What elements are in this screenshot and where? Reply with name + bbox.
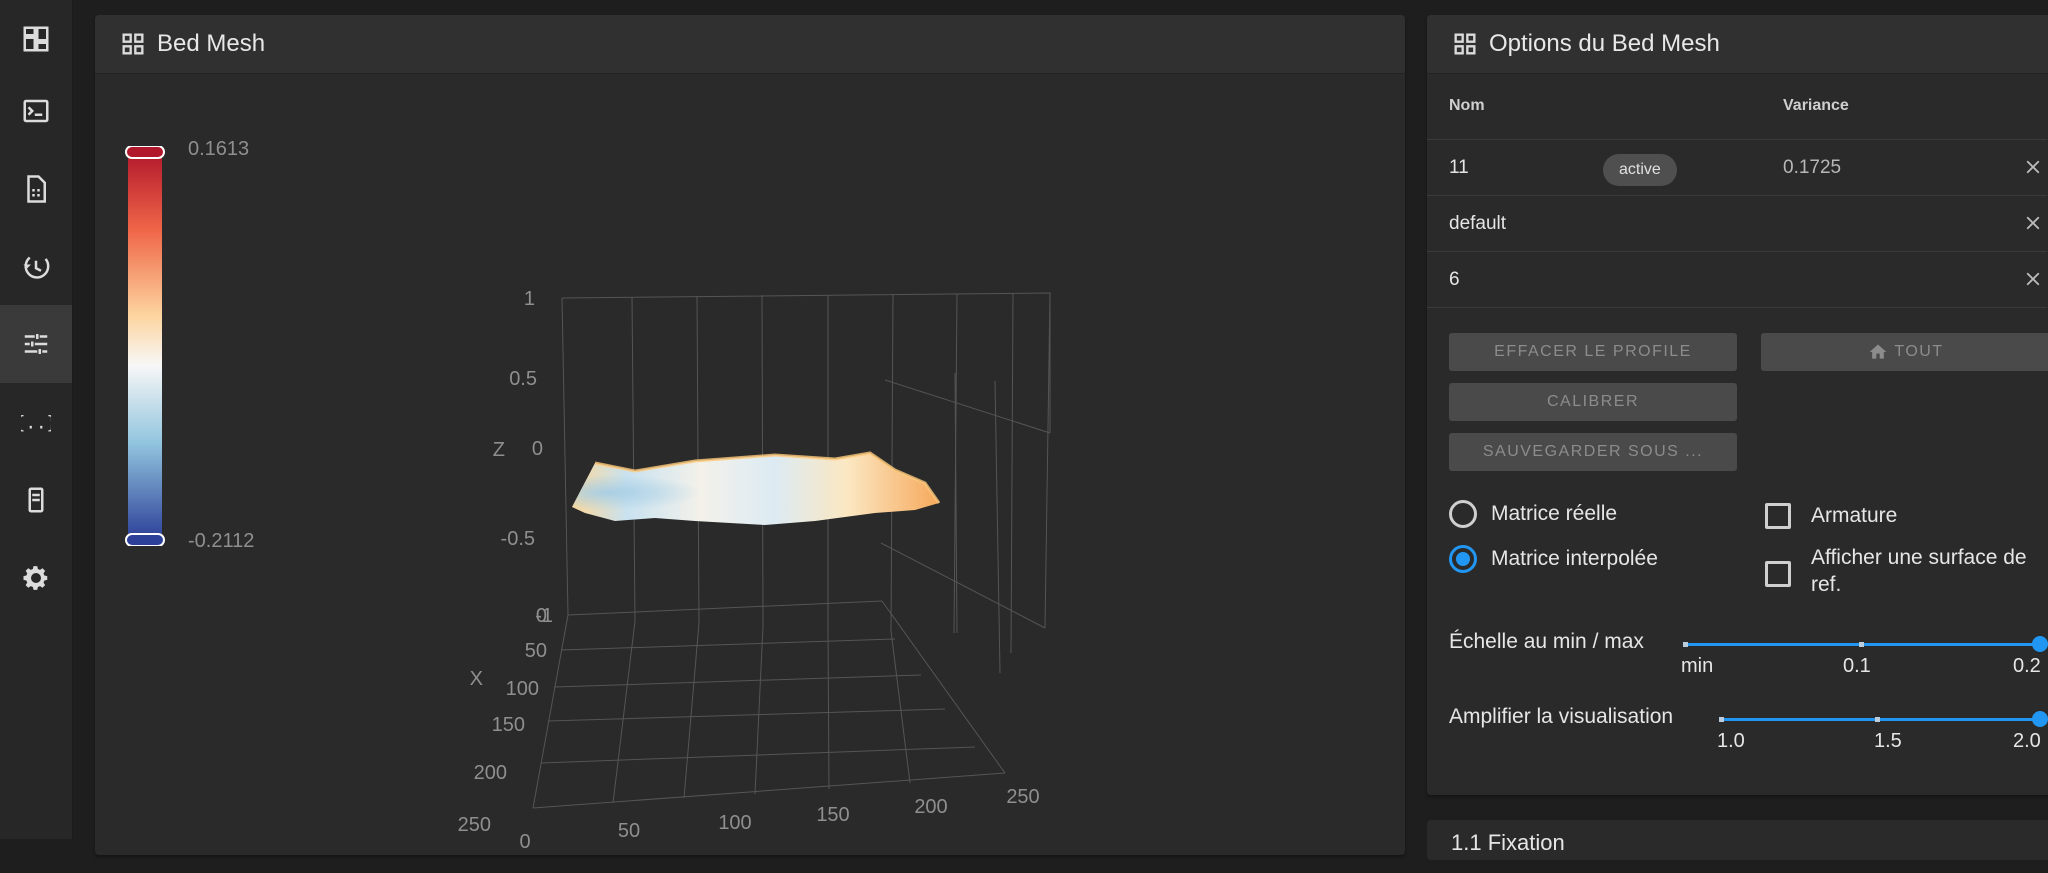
radio-circle[interactable] [1449, 545, 1477, 573]
home-icon [1870, 344, 1887, 359]
delete-profile-button[interactable] [2022, 156, 2044, 178]
nav-macros[interactable]: {..} [0, 383, 72, 461]
nav-dashboard[interactable] [0, 0, 72, 78]
file-document-icon [27, 175, 46, 203]
nav-drawer: {..} [0, 0, 73, 839]
z-tick-label: 1 [524, 288, 535, 310]
gear-icon [23, 566, 48, 590]
profile-variance: 0.1725 [1783, 156, 1842, 178]
x-tick-label: 50 [525, 640, 547, 662]
nav-console[interactable] [0, 72, 72, 150]
profile-name: 11 [1449, 156, 1469, 178]
view-grid-icon [1451, 30, 1479, 58]
slider-tick [1683, 642, 1688, 647]
code-braces-icon: {..} [21, 413, 51, 433]
y-tick-label: 100 [718, 812, 751, 834]
x-tick-label: 250 [458, 814, 491, 836]
z-axis-label: Z [493, 439, 505, 461]
column-header-variance[interactable]: Variance [1783, 97, 1849, 115]
clear-profile-button[interactable]: EFFACER LE PROFILE [1449, 333, 1737, 371]
scale-tick-min: min [1681, 655, 1714, 677]
profile-name: default [1449, 212, 1507, 234]
calibrate-button[interactable]: CALIBRER [1449, 383, 1737, 421]
next-card-peek: 1.1 Fixation [1427, 820, 2048, 860]
table-row[interactable]: default [1427, 196, 2047, 252]
server-icon [28, 487, 44, 513]
checkbox-box[interactable] [1765, 561, 1791, 587]
svg-text:{..}: {..} [21, 413, 51, 433]
scale-slider-label: Échelle au min / max [1449, 630, 1644, 653]
z-tick-label: -0.5 [501, 528, 535, 550]
save-as-button[interactable]: SAUVEGARDER SOUS ... [1449, 433, 1737, 471]
mesh-plot: 10.50-0.5-1Z050100150200250X0 50 100 150 200… [458, 288, 1051, 853]
bed-mesh-card-header: Bed Mesh [95, 15, 1405, 74]
next-card-title: 1.1 Fixation [1451, 830, 1565, 855]
home-all-label: TOUT [1894, 343, 1944, 360]
bed-mesh-title: Bed Mesh [157, 30, 266, 57]
x-axis-label: X [470, 668, 483, 690]
bed-mesh-card: Bed Mesh 0.1613 -0.2112 1 0.5 0 -0.5 -1 … [95, 15, 1405, 855]
nav-settings[interactable] [0, 539, 72, 617]
x-tick-label: 150 [492, 714, 525, 736]
slider-thumb[interactable] [2032, 711, 2048, 727]
y-tick-label: 250 [1006, 786, 1039, 808]
table-row[interactable]: 6 [1427, 252, 2047, 308]
console-icon [23, 99, 49, 123]
nav-files[interactable] [0, 150, 72, 228]
slider-tick [1875, 717, 1880, 722]
checkbox-wireframe[interactable]: Armature [1765, 502, 1897, 529]
table-header: Nom Variance [1427, 73, 2047, 140]
amplify-tick-min: 1.0 [1717, 730, 1745, 752]
dashboard-icon [23, 26, 49, 52]
x-tick-label: 200 [474, 762, 507, 784]
z-tick-label: 0.5 [509, 368, 537, 390]
mesh-options-card: Options du Bed Mesh Nom Variance 11 acti… [1427, 15, 2048, 795]
radio-real-matrix[interactable]: Matrice réelle [1449, 500, 1617, 528]
delete-profile-button[interactable] [2022, 268, 2044, 290]
radio-circle[interactable] [1449, 500, 1477, 528]
checkbox-wireframe-label: Armature [1811, 504, 1898, 527]
nav-machine[interactable] [0, 461, 72, 539]
amplify-tick-max: 2.0 [2013, 730, 2041, 752]
slider-thumb[interactable] [2032, 636, 2048, 652]
close-icon [2026, 160, 2040, 174]
table-row[interactable]: 11 active 0.1725 [1427, 140, 2047, 196]
slider-track [1719, 718, 2043, 721]
mesh-options-title: Options du Bed Mesh [1489, 30, 1720, 57]
y-tick-label: 150 [816, 804, 849, 826]
y-tick-label: 0 [519, 831, 530, 853]
amplify-slider-label: Amplifier la visualisation [1449, 705, 1674, 728]
scale-tick-mid: 0.1 [1843, 655, 1871, 677]
delete-profile-button[interactable] [2022, 212, 2044, 234]
mesh-3d-viewer[interactable]: 0.1613 -0.2112 1 0.5 0 -0.5 -1 Z 0 50 10… [95, 73, 1405, 873]
radio-interpolated-matrix[interactable]: Matrice interpolée [1449, 545, 1658, 573]
nav-tune[interactable] [0, 305, 72, 383]
radio-interpolated-label: Matrice interpolée [1491, 547, 1658, 570]
checkbox-flat-surface-label: Afficher une surface de ref. [1811, 546, 2027, 596]
mesh-options-header: Options du Bed Mesh [1427, 15, 2048, 74]
checkbox-flat-surface[interactable]: Afficher une surface de ref. [1765, 544, 2048, 598]
view-grid-icon [119, 30, 147, 58]
scale-tick-max: 0.2 [2013, 655, 2041, 677]
y-tick-label: 200 [914, 796, 947, 818]
slider-tick [1859, 642, 1864, 647]
column-header-name[interactable]: Nom [1449, 97, 1485, 115]
active-badge: active [1603, 154, 1677, 186]
tune-icon [24, 334, 48, 354]
radio-real-label: Matrice réelle [1491, 502, 1618, 525]
x-tick-label: 0 [536, 605, 547, 627]
plot-grid [532, 292, 1051, 809]
slider-tick [1719, 717, 1724, 722]
close-icon [2026, 272, 2040, 286]
profile-name: 6 [1449, 268, 1460, 290]
x-tick-label: 100 [506, 678, 539, 700]
home-all-button[interactable]: TOUT [1761, 333, 2048, 371]
z-tick-label: 0 [532, 438, 543, 460]
history-icon [23, 256, 50, 279]
close-icon [2026, 216, 2040, 230]
nav-history[interactable] [0, 228, 72, 306]
profiles-table: Nom Variance 11 active 0.1725 default 6 [1427, 73, 2047, 308]
amplify-tick-mid: 1.5 [1874, 730, 1902, 752]
checkbox-box[interactable] [1765, 503, 1791, 529]
